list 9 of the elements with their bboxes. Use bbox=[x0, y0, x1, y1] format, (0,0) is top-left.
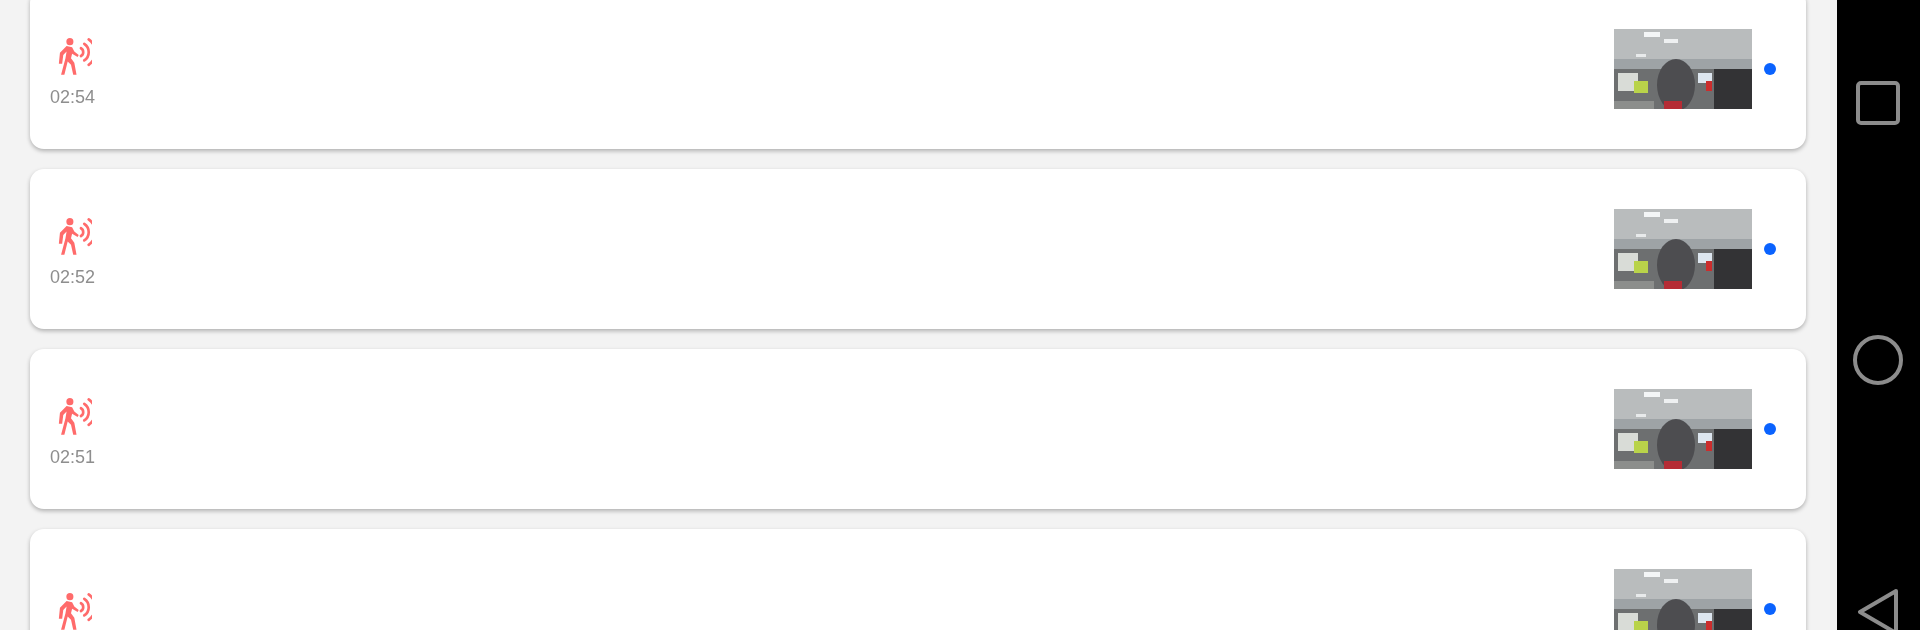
back-icon[interactable] bbox=[1856, 589, 1900, 630]
event-time: 02:54 bbox=[50, 86, 96, 108]
event-card[interactable]: 02:51 bbox=[30, 349, 1806, 509]
home-icon[interactable] bbox=[1852, 334, 1904, 386]
event-time: 02:52 bbox=[50, 266, 96, 288]
event-time: 02:51 bbox=[50, 446, 96, 468]
event-card[interactable]: 02:54 bbox=[30, 0, 1806, 149]
recent-apps-icon[interactable] bbox=[1856, 81, 1900, 125]
event-card[interactable]: 02:52 bbox=[30, 169, 1806, 329]
